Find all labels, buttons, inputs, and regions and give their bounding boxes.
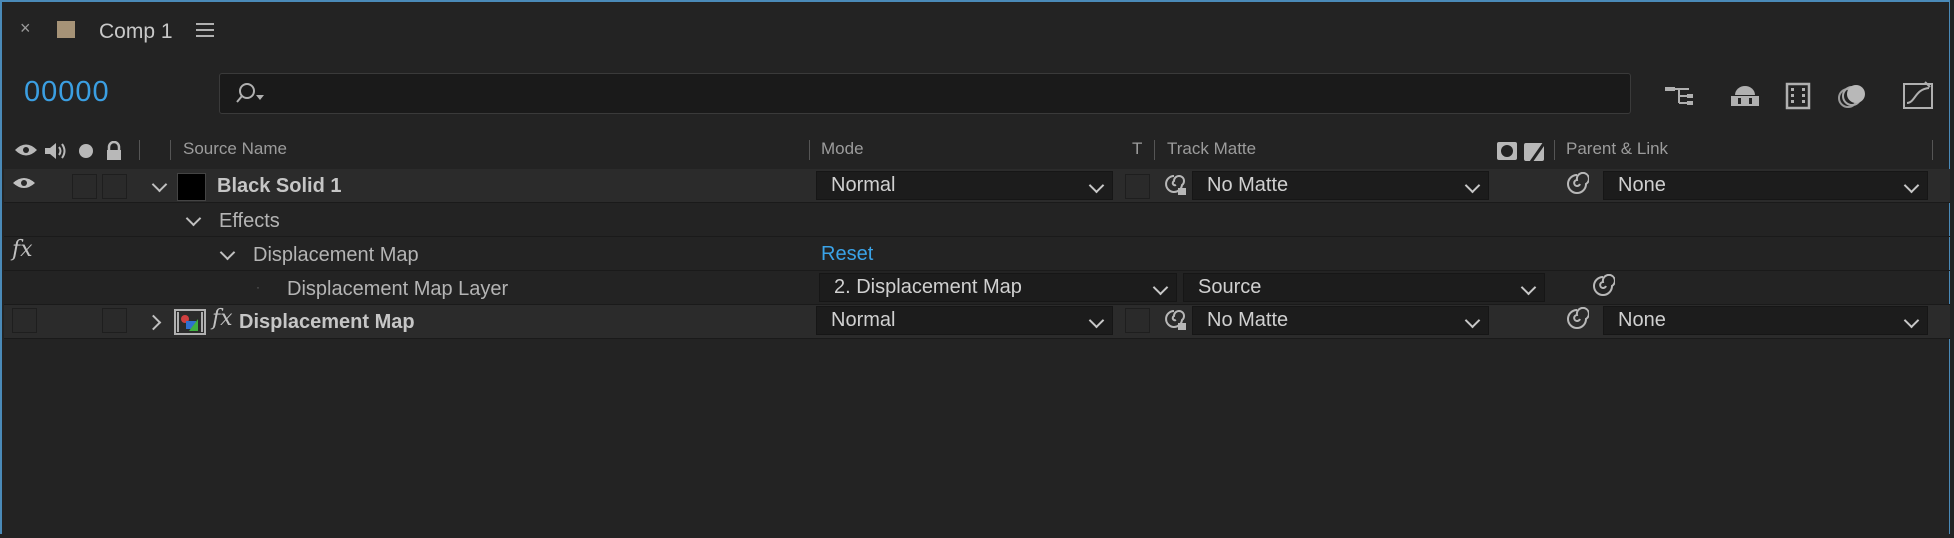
composition-flowchart-icon[interactable]: [1663, 79, 1697, 113]
property-bullet-icon: ·: [256, 280, 260, 294]
visibility-toggle[interactable]: [12, 308, 37, 333]
parent-pickwhip-icon[interactable]: [1565, 172, 1589, 196]
row-divider: [4, 338, 1950, 339]
current-time-display[interactable]: 00000: [24, 76, 110, 109]
chevron-down-icon[interactable]: [219, 244, 236, 261]
column-separator[interactable]: [170, 140, 171, 160]
parent-value: None: [1618, 174, 1666, 196]
layer-color-thumbnail: [177, 173, 206, 201]
search-icon[interactable]: [234, 82, 268, 104]
mode-value: Normal: [831, 309, 896, 331]
draft-3d-icon[interactable]: [1728, 79, 1762, 113]
property-name[interactable]: Displacement Map Layer: [287, 278, 508, 301]
row-divider: [4, 236, 1950, 237]
eye-icon[interactable]: [12, 173, 36, 193]
composition-color-swatch: [57, 21, 75, 38]
parent-dropdown[interactable]: None: [1603, 306, 1928, 335]
lock-switch[interactable]: [102, 174, 127, 199]
t-column-header[interactable]: T: [1132, 139, 1142, 167]
column-separator[interactable]: [1932, 140, 1933, 160]
tab-title[interactable]: Comp 1: [99, 20, 173, 44]
source-name-column-header[interactable]: Source Name: [183, 139, 287, 167]
footage-thumbnail-icon: [174, 309, 206, 335]
column-separator[interactable]: [139, 140, 140, 160]
column-separator[interactable]: [809, 140, 810, 160]
mode-column-header[interactable]: Mode: [821, 139, 864, 167]
layer-source-value: Source: [1198, 276, 1262, 298]
lock-switch[interactable]: [102, 308, 127, 333]
track-matte-column-header[interactable]: Track Matte: [1167, 139, 1256, 167]
track-matte-value: No Matte: [1207, 309, 1289, 331]
column-separator[interactable]: [1554, 140, 1555, 160]
chevron-down-icon[interactable]: [185, 210, 202, 227]
preserve-transparency-toggle[interactable]: [1125, 174, 1150, 199]
parent-value: None: [1618, 309, 1666, 331]
close-tab-icon[interactable]: ×: [20, 18, 31, 39]
mode-dropdown[interactable]: Normal: [816, 171, 1113, 200]
displacement-layer-value: 2. Displacement Map: [834, 276, 1022, 298]
parent-pickwhip-icon[interactable]: [1565, 307, 1589, 331]
matte-invert-header-icon: [1524, 141, 1547, 163]
column-separator[interactable]: [1154, 140, 1155, 160]
layer-source-dropdown[interactable]: Source: [1183, 273, 1545, 302]
track-matte-value: No Matte: [1207, 174, 1289, 196]
layer-name[interactable]: Displacement Map: [239, 311, 415, 334]
property-pickwhip-icon[interactable]: [1591, 274, 1615, 298]
panel-menu-icon[interactable]: [196, 19, 214, 41]
layer-name[interactable]: Black Solid 1: [217, 175, 342, 198]
track-matte-dropdown[interactable]: No Matte: [1192, 306, 1489, 335]
row-divider: [4, 270, 1950, 271]
parent-link-column-header[interactable]: Parent & Link: [1566, 139, 1668, 167]
effects-group-label[interactable]: Effects: [219, 210, 280, 233]
lock-header-icon: [107, 141, 121, 160]
effect-name[interactable]: Displacement Map: [253, 244, 419, 267]
video-visibility-header-icon: [15, 144, 37, 156]
preserve-transparency-toggle[interactable]: [1125, 308, 1150, 333]
motion-blur-icon[interactable]: [1835, 79, 1869, 113]
track-matte-dropdown[interactable]: No Matte: [1192, 171, 1489, 200]
row-divider: [4, 202, 1950, 203]
layer-search-input[interactable]: [219, 73, 1631, 114]
reset-link[interactable]: Reset: [821, 243, 873, 266]
audio-header-icon: [45, 143, 66, 159]
mode-dropdown[interactable]: Normal: [816, 306, 1113, 335]
solo-switch[interactable]: [72, 174, 97, 199]
frame-blending-icon[interactable]: [1781, 79, 1815, 113]
visibility-toggle[interactable]: [12, 173, 35, 196]
mode-value: Normal: [831, 174, 896, 196]
displacement-layer-dropdown[interactable]: 2. Displacement Map: [819, 273, 1177, 302]
matte-alpha-header-icon: [1497, 142, 1517, 160]
graph-editor-icon[interactable]: [1901, 79, 1935, 113]
fx-icon[interactable]: fx: [12, 237, 33, 262]
matte-pickwhip-icon[interactable]: [1161, 172, 1187, 198]
fx-icon[interactable]: fx: [212, 306, 233, 331]
solo-header-icon: [79, 144, 93, 158]
parent-dropdown[interactable]: None: [1603, 171, 1928, 200]
matte-pickwhip-icon[interactable]: [1161, 307, 1187, 333]
timeline-panel: × Comp 1 00000 Source Name Mode T Track …: [0, 0, 1950, 534]
